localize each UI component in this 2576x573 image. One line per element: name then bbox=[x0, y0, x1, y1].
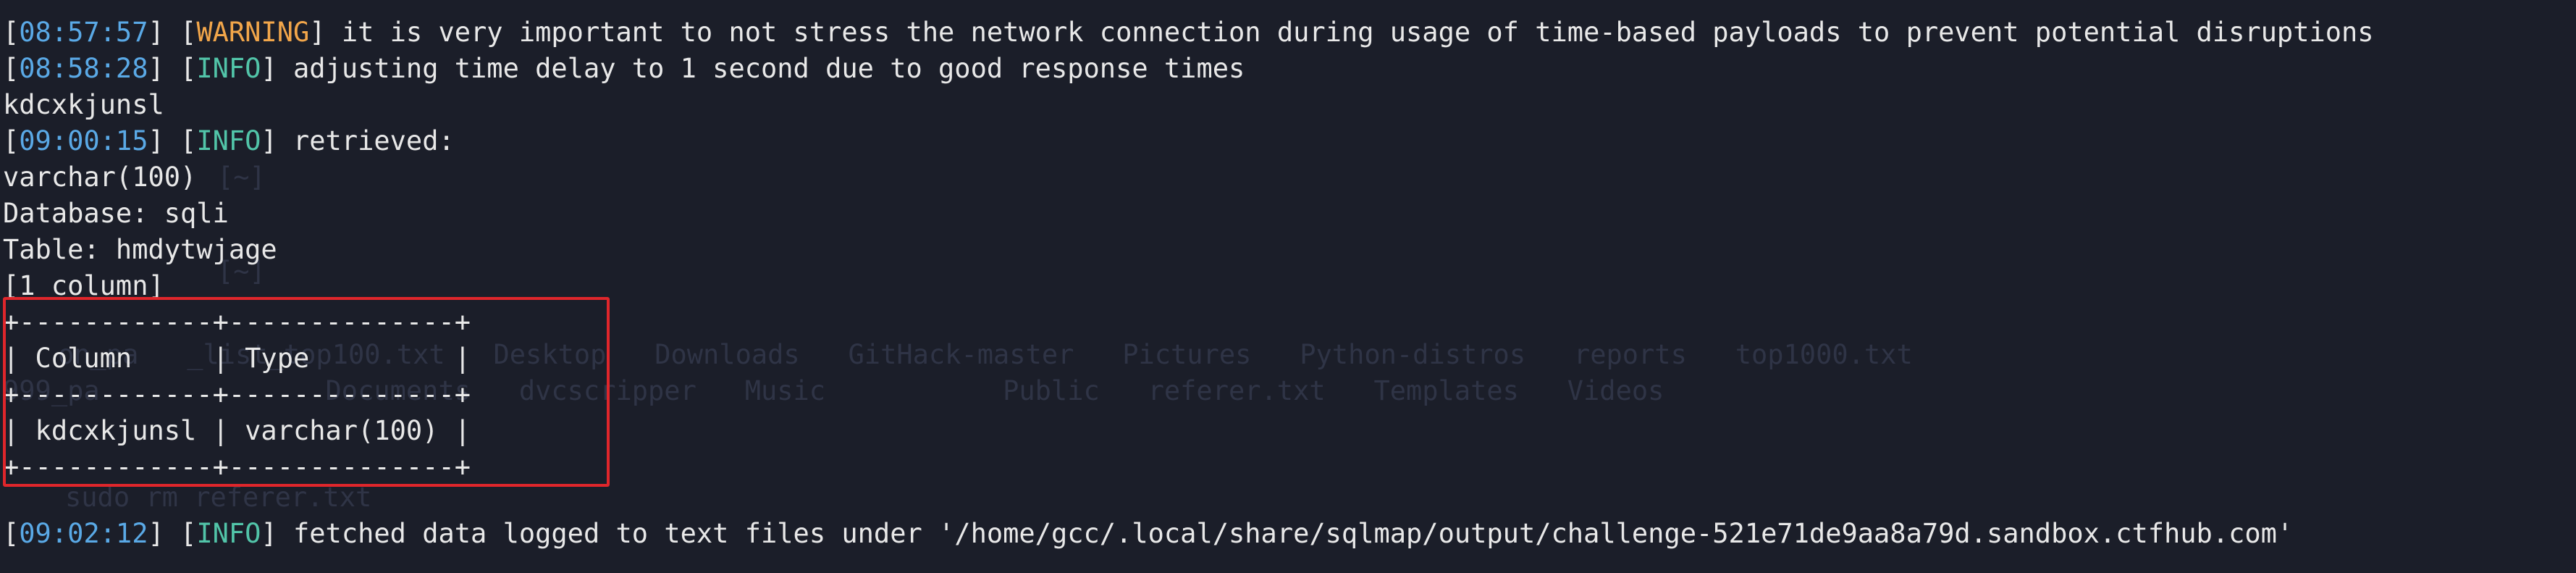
log-line-warning: [08:57:57] [WARNING] it is very importan… bbox=[3, 17, 2374, 48]
table-name-line: Table: hmdytwjage bbox=[3, 234, 277, 265]
log-message: retrieved: bbox=[277, 125, 455, 156]
log-message: it is very important to not stress the n… bbox=[325, 17, 2374, 48]
log-message: fetched data logged to text files under … bbox=[277, 518, 2294, 549]
log-message: adjusting time delay to 1 second due to … bbox=[277, 53, 1245, 84]
timestamp: 08:57:57 bbox=[19, 17, 148, 48]
highlight-box bbox=[3, 297, 610, 487]
log-level-warning: WARNING bbox=[196, 17, 310, 48]
timestamp: 08:58:28 bbox=[19, 53, 148, 84]
log-line-info: [09:00:15] [INFO] retrieved: bbox=[3, 125, 455, 156]
log-level-info: INFO bbox=[196, 125, 261, 156]
log-line-info: [08:58:28] [INFO] adjusting time delay t… bbox=[3, 53, 1245, 84]
log-level-info: INFO bbox=[196, 518, 261, 549]
terminal-window[interactable]: [~] [~] on_pa _list_top100.txt Desktop D… bbox=[0, 0, 2576, 573]
output-line: kdcxkjunsl bbox=[3, 89, 164, 120]
log-level-info: INFO bbox=[196, 53, 261, 84]
output-line: varchar(100) bbox=[3, 162, 197, 193]
timestamp: 09:00:15 bbox=[19, 125, 148, 156]
database-line: Database: sqli bbox=[3, 198, 229, 229]
timestamp: 09:02:12 bbox=[19, 518, 148, 549]
ghost-line: [~] bbox=[217, 162, 266, 193]
log-line-info: [09:02:12] [INFO] fetched data logged to… bbox=[3, 518, 2294, 549]
